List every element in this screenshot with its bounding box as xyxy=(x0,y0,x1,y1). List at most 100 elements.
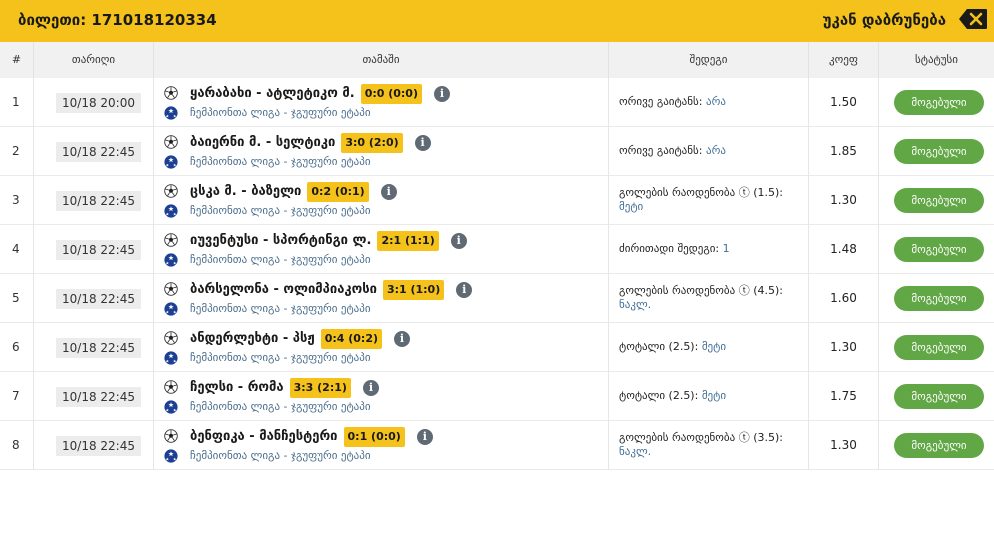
soccer-ball-icon xyxy=(164,380,178,394)
match-teams[interactable]: ბაიერნი მ. - სელტიკი xyxy=(190,133,335,153)
info-icon[interactable]: i xyxy=(362,380,379,396)
result-cell: ტოტალი (2.5): მეტი xyxy=(608,323,808,372)
coefficient: 1.30 xyxy=(808,176,878,225)
soccer-ball-icon xyxy=(164,429,178,443)
soccer-ball-icon xyxy=(164,331,178,345)
score-badge: 3:0 (2:0) xyxy=(341,133,403,153)
col-date: თარიღი xyxy=(33,42,153,78)
game-cell: ბენფიკა - მანჩესტერი 0:1 (0:0) i ჩემპიონ… xyxy=(153,421,608,470)
result-cell: ორივე გაიტანს: არა xyxy=(608,78,808,127)
status-badge: მოგებული xyxy=(894,188,984,213)
coefficient: 1.48 xyxy=(808,225,878,274)
status-cell: მოგებული xyxy=(878,78,994,127)
date-cell: 10/18 22:45 xyxy=(33,225,153,274)
match-teams[interactable]: ბენფიკა - მანჩესტერი xyxy=(190,427,338,447)
row-number: 8 xyxy=(12,438,20,452)
league-name: ჩემპიონთა ლიგა - ჯგუფური ეტაპი xyxy=(190,204,371,217)
row-number: 7 xyxy=(12,389,20,403)
champions-league-icon xyxy=(164,351,178,365)
status-cell: მოგებული xyxy=(878,421,994,470)
coefficient: 1.50 xyxy=(808,78,878,127)
row-number: 4 xyxy=(12,242,20,256)
game-cell: ჩელსი - რომა 3:3 (2:1) i ჩემპიონთა ლიგა … xyxy=(153,372,608,421)
league-name: ჩემპიონთა ლიგა - ჯგუფური ეტაპი xyxy=(190,449,371,462)
table-row: 8 10/18 22:45 ბენფიკა - მანჩესტერი 0:1 (… xyxy=(0,421,994,470)
champions-league-icon xyxy=(164,155,178,169)
coefficient: 1.30 xyxy=(808,421,878,470)
match-teams[interactable]: ცსკა მ. - ბაზელი xyxy=(190,182,301,202)
ticket-header: ბილეთი: 171018120334 უკან დაბრუნება xyxy=(0,0,994,42)
col-status: სტატუსი xyxy=(878,42,994,78)
coefficient: 1.60 xyxy=(808,274,878,323)
info-icon[interactable]: i xyxy=(456,282,473,298)
info-icon[interactable]: i xyxy=(434,86,450,102)
table-header: # თარიღი თამაში შედეგი კოეფ სტატუსი xyxy=(0,42,994,78)
score-badge: 2:1 (1:1) xyxy=(377,231,439,251)
coefficient: 1.75 xyxy=(808,372,878,421)
soccer-ball-icon xyxy=(164,135,178,149)
league-name: ჩემპიონთა ლიგა - ჯგუფური ეტაპი xyxy=(190,302,371,315)
bet-market: გოლების რაოდენობა ⓣ (4.5): xyxy=(619,284,783,297)
info-icon[interactable]: i xyxy=(380,184,397,200)
match-date: 10/18 22:45 xyxy=(56,387,141,407)
match-teams[interactable]: ყარაბახი - ატლეტიკო მ. xyxy=(190,84,355,104)
status-cell: მოგებული xyxy=(878,225,994,274)
bet-result: ტოტალი (2.5): მეტი xyxy=(619,340,726,354)
league-name: ჩემპიონთა ლიგა - ჯგუფური ეტაპი xyxy=(190,106,371,119)
result-cell: გოლების რაოდენობა ⓣ (1.5): მეტი xyxy=(608,176,808,225)
date-cell: 10/18 22:45 xyxy=(33,421,153,470)
bet-market: ორივე გაიტანს: xyxy=(619,95,703,108)
ticket-number: ბილეთი: 171018120334 xyxy=(18,11,217,29)
info-icon[interactable]: i xyxy=(394,331,411,347)
game-cell: ბაიერნი მ. - სელტიკი 3:0 (2:0) i ჩემპიონ… xyxy=(153,127,608,176)
info-icon[interactable]: i xyxy=(450,233,467,249)
status-cell: მოგებული xyxy=(878,127,994,176)
bet-pick: არა xyxy=(705,144,726,157)
col-game: თამაში xyxy=(153,42,608,78)
match-date: 10/18 22:45 xyxy=(56,142,141,162)
champions-league-icon xyxy=(164,106,178,120)
bet-pick: ნაკლ. xyxy=(619,298,652,311)
champions-league-icon xyxy=(164,302,178,316)
bet-result: გოლების რაოდენობა ⓣ (4.5): ნაკლ. xyxy=(619,284,804,312)
status-cell: მოგებული xyxy=(878,176,994,225)
match-teams[interactable]: ჩელსი - რომა xyxy=(190,378,284,398)
champions-league-icon xyxy=(164,204,178,218)
league-name: ჩემპიონთა ლიგა - ჯგუფური ეტაპი xyxy=(190,155,371,168)
row-number: 1 xyxy=(12,95,20,109)
row-number: 2 xyxy=(12,144,20,158)
result-cell: ორივე გაიტანს: არა xyxy=(608,127,808,176)
match-teams[interactable]: ბარსელონა - ოლიმპიაკოსი xyxy=(190,280,377,300)
result-cell: ტოტალი (2.5): მეტი xyxy=(608,372,808,421)
result-cell: გოლების რაოდენობა ⓣ (3.5): ნაკლ. xyxy=(608,421,808,470)
date-cell: 10/18 22:45 xyxy=(33,372,153,421)
bet-pick: 1 xyxy=(722,242,730,255)
match-line: ჩელსი - რომა 3:3 (2:1) i xyxy=(190,378,379,398)
score-badge: 0:2 (0:1) xyxy=(307,182,369,202)
bet-result: ორივე გაიტანს: არა xyxy=(619,95,726,109)
status-badge: მოგებული xyxy=(894,335,984,360)
match-date: 10/18 22:45 xyxy=(56,240,141,260)
league-name: ჩემპიონთა ლიგა - ჯგუფური ეტაპი xyxy=(190,400,371,413)
col-result: შედეგი xyxy=(608,42,808,78)
bet-result: ტოტალი (2.5): მეტი xyxy=(619,389,726,403)
match-date: 10/18 22:45 xyxy=(56,338,141,358)
back-button[interactable]: უკან დაბრუნება xyxy=(823,11,946,29)
info-icon[interactable]: i xyxy=(416,429,433,445)
status-cell: მოგებული xyxy=(878,323,994,372)
result-cell: გოლების რაოდენობა ⓣ (4.5): ნაკლ. xyxy=(608,274,808,323)
bet-market: ტოტალი (2.5): xyxy=(619,340,699,353)
date-cell: 10/18 20:00 xyxy=(33,78,153,127)
score-badge: 3:3 (2:1) xyxy=(289,378,351,398)
match-teams[interactable]: იუვენტუსი - სპორტინგი ლ. xyxy=(190,231,371,251)
bet-market: ძირითადი შედეგი: xyxy=(619,242,720,255)
table-row: 5 10/18 22:45 ბარსელონა - ოლიმპიაკოსი 3:… xyxy=(0,274,994,323)
league-name: ჩემპიონთა ლიგა - ჯგუფური ეტაპი xyxy=(190,351,371,364)
champions-league-icon xyxy=(164,253,178,267)
backspace-icon[interactable] xyxy=(958,8,988,30)
game-cell: ყარაბახი - ატლეტიკო მ. 0:0 (0:0) i ჩემპი… xyxy=(153,78,608,127)
info-icon[interactable]: i xyxy=(414,135,431,151)
date-cell: 10/18 22:45 xyxy=(33,274,153,323)
bet-result: გოლების რაოდენობა ⓣ (1.5): მეტი xyxy=(619,186,804,214)
match-teams[interactable]: ანდერლეხტი - პსჟ xyxy=(190,329,315,349)
